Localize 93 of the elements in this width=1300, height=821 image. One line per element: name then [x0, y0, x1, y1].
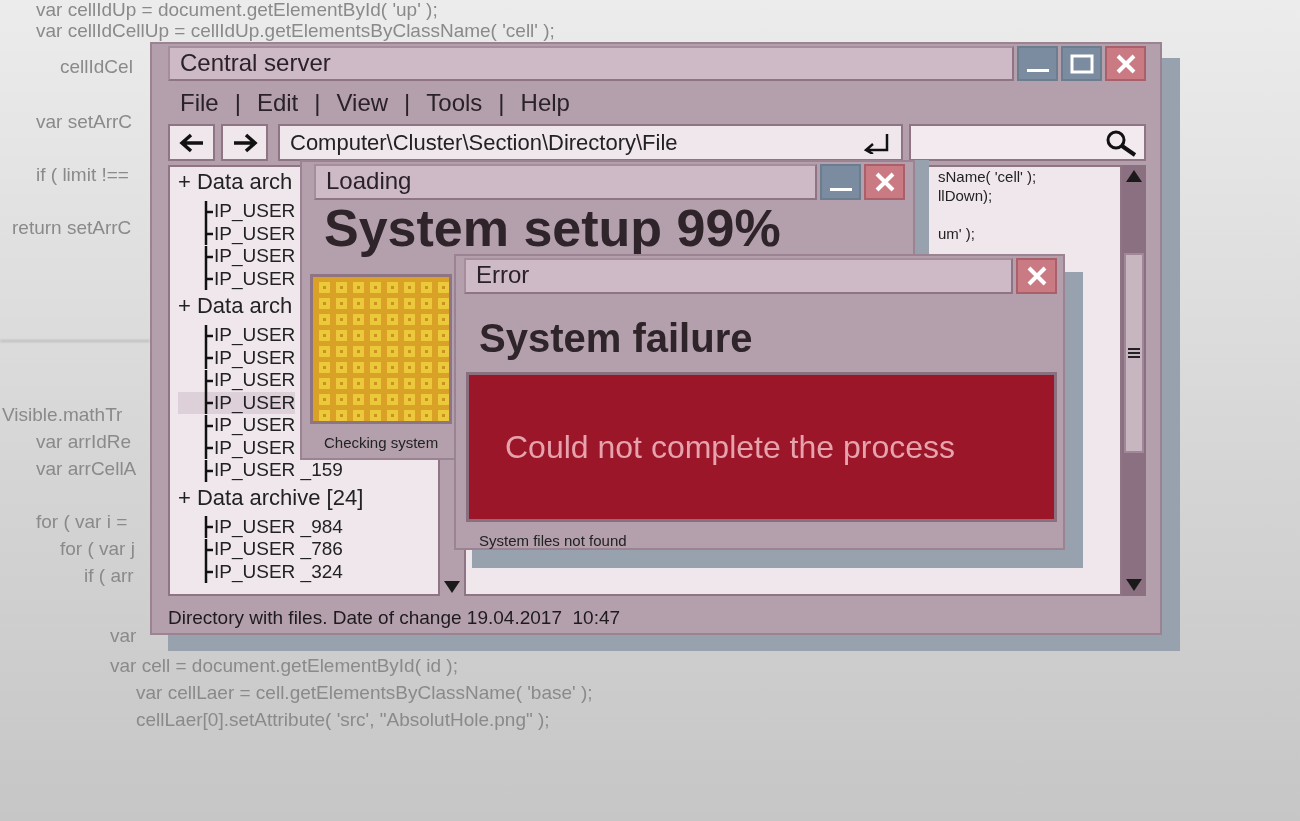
minimize-button[interactable]: [820, 164, 861, 200]
error-heading: System failure: [479, 316, 754, 360]
scrollbar-thumb[interactable]: [1124, 253, 1144, 454]
tree-item[interactable]: IP_USER _984: [204, 515, 343, 539]
menu-item[interactable]: Edit: [256, 84, 299, 121]
code-line: var cellIdCellUp = cellIdUp.getElementsByClassName( 'cell' );: [36, 21, 555, 41]
minimize-icon: [829, 188, 852, 191]
enter-icon: [863, 131, 891, 154]
tree-group[interactable]: + Data arch: [178, 294, 293, 319]
maximize-icon: [1069, 53, 1094, 74]
code-line: Visible.mathTr: [2, 405, 123, 425]
tree-branch-line: [204, 268, 214, 291]
menu-item[interactable]: Tools: [426, 84, 483, 121]
code-line: cellLaer[0].setAttribute( 'src', "AbsolutHole.png" );: [136, 710, 550, 730]
tree-item[interactable]: IP_USER: [204, 414, 296, 437]
tree-branch-line: [204, 223, 214, 246]
close-icon: [1114, 52, 1137, 75]
code-line: if ( arr: [84, 566, 134, 586]
back-button[interactable]: [168, 124, 215, 162]
tree-branch-line: [204, 459, 214, 482]
code-line: var arrIdRe: [36, 432, 132, 452]
window-title: Loading: [314, 164, 817, 200]
window-title: Central server: [168, 46, 1014, 82]
menu-item[interactable]: Help: [520, 84, 570, 121]
tree-item[interactable]: IP_USER: [204, 222, 296, 246]
tree-branch-line: [204, 392, 214, 415]
tree-branch-line: [204, 347, 214, 370]
code-line: sName( 'cell' );: [938, 167, 1038, 187]
tree-group[interactable]: + Data archive [24]: [178, 485, 364, 510]
close-icon: [1025, 265, 1048, 287]
search-icon: [1104, 128, 1138, 157]
tree-branch-line: [204, 324, 214, 347]
tree-branch-line: [204, 414, 214, 437]
code-line: um' );: [938, 224, 977, 244]
tree-item[interactable]: IP_USER: [204, 369, 296, 392]
code-line: cellIdCel: [60, 57, 133, 77]
tree-branch-line: [204, 200, 214, 223]
code-line: llDown);: [938, 186, 994, 206]
tree-item[interactable]: IP_USER: [178, 391, 296, 415]
code-line: var arrCellA: [36, 459, 137, 479]
scrollbar[interactable]: [1122, 165, 1146, 597]
address-field[interactable]: Computer\Cluster\Section\Directory\File: [278, 124, 903, 162]
scroll-down-icon: [443, 580, 461, 595]
tree-branch-line: [204, 538, 214, 561]
tree-item[interactable]: IP_USER: [204, 245, 296, 268]
search-field[interactable]: [909, 124, 1146, 162]
code-line: var cellIdUp = document.getElementById( 'up' );: [36, 0, 438, 20]
tree-item[interactable]: IP_USER: [204, 346, 296, 370]
menu-separator: |: [314, 87, 321, 118]
menu-item[interactable]: File: [180, 84, 219, 121]
tree-item[interactable]: IP_USER _786: [204, 538, 343, 561]
code-line: var cellLaer = cell.getElementsByClassName( 'base' );: [136, 683, 593, 703]
tree-branch-line: [204, 369, 214, 392]
grip-icon: [1128, 347, 1140, 360]
forward-button[interactable]: [221, 124, 268, 162]
code-line: var setArrC: [36, 112, 133, 132]
code-line: var cell = document.getElementById( id );: [110, 656, 458, 676]
tree-item[interactable]: IP_USER _324: [204, 560, 343, 584]
tree-item[interactable]: IP_USER: [204, 200, 296, 223]
menu-separator: |: [234, 87, 241, 118]
menu-separator: |: [498, 87, 505, 118]
code-line: for ( var i =: [36, 512, 128, 532]
close-button[interactable]: [864, 164, 905, 200]
menu-separator: |: [404, 87, 411, 118]
error-detail: System files not found: [479, 531, 628, 551]
minimize-button[interactable]: [1017, 46, 1058, 82]
tree-group[interactable]: + Data arch: [178, 170, 293, 195]
tree-item[interactable]: IP_USER: [204, 436, 296, 460]
code-line: for ( var j: [60, 539, 135, 559]
code-line: var: [110, 626, 137, 646]
menu-item[interactable]: View: [336, 84, 389, 121]
tree-branch-line: [204, 437, 214, 460]
close-button[interactable]: [1016, 258, 1057, 294]
tree-branch-line: [204, 561, 214, 584]
window-title: Error: [464, 258, 1013, 294]
status-text: Directory with files. Date of change 19.04.2017 10:47: [168, 606, 622, 631]
minimize-icon: [1026, 69, 1049, 73]
code-line: if ( limit !==: [36, 165, 129, 185]
status-message: Checking system: [324, 433, 439, 453]
tree-item[interactable]: IP_USER: [204, 267, 296, 291]
scroll-down-icon: [1125, 578, 1143, 593]
tree-item[interactable]: IP_USER: [204, 324, 296, 347]
tree-branch-line: [204, 245, 214, 268]
close-button[interactable]: [1105, 46, 1146, 82]
tree-branch-line: [204, 516, 214, 539]
maximize-button[interactable]: [1061, 46, 1102, 82]
forward-arrow-icon: [231, 132, 258, 153]
scroll-up-icon: [1125, 169, 1143, 184]
back-arrow-icon: [178, 132, 205, 153]
tree-item[interactable]: IP_USER _159: [204, 459, 343, 482]
close-icon: [873, 171, 896, 193]
code-line: return setArrC: [12, 218, 132, 238]
error-message: Could not complete the process: [466, 372, 1057, 522]
